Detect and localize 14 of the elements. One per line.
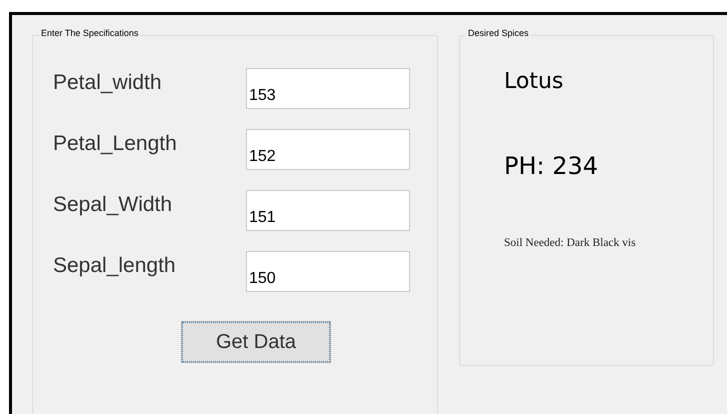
ph-value: PH: 234 bbox=[504, 154, 598, 178]
field-label: Petal_width bbox=[53, 70, 163, 93]
field-label: Sepal_length bbox=[53, 253, 177, 276]
input-field[interactable]: 153 bbox=[246, 68, 410, 109]
input-field[interactable]: 151 bbox=[246, 190, 410, 231]
group-title: Enter The Specifications bbox=[39, 29, 140, 38]
input-field[interactable]: 150 bbox=[246, 251, 410, 292]
group-title: Desired Spices bbox=[466, 29, 531, 38]
result-name: Lotus bbox=[504, 71, 564, 93]
field-label: Petal_Length bbox=[53, 131, 178, 154]
soil-text: Soil Needed: Dark Black vis bbox=[504, 238, 636, 250]
input-field[interactable]: 152 bbox=[246, 129, 410, 170]
field-label: Sepal_Width bbox=[53, 192, 174, 215]
get-data-button[interactable]: Get Data bbox=[182, 322, 330, 362]
